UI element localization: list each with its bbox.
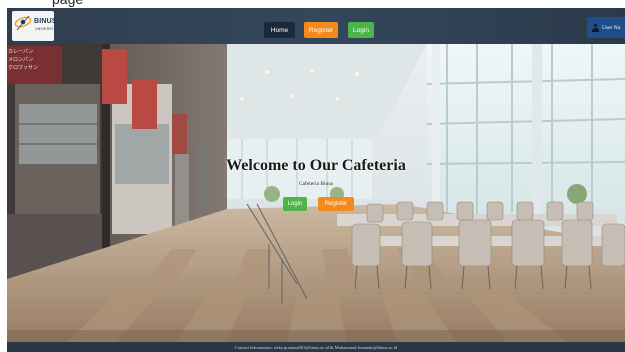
nav-home-button[interactable]: Home [264, 22, 295, 38]
caption-text: page [52, 0, 83, 7]
user-icon [592, 23, 599, 32]
menu-sign-line: クロワッサン [8, 65, 39, 71]
menu-sign-line: メロンパン [8, 57, 34, 63]
user-name-label: User Na [602, 24, 621, 31]
nav-register-button[interactable]: Register [304, 22, 338, 38]
footer-contact-text: Contact Information: rizky.pratama001@bi… [234, 344, 398, 350]
nav-login-button[interactable]: Login [348, 22, 374, 38]
hero-login-button[interactable]: Login [283, 197, 307, 211]
menu-sign: カレーパン メロンパン クロワッサン [8, 48, 60, 72]
hero-register-button[interactable]: Register [318, 197, 354, 211]
browser-viewport: BINUS UNIVERSITY Home Register Login Use… [7, 8, 625, 352]
logo-subtitle: UNIVERSITY [35, 27, 59, 31]
cafeteria-background-image [7, 44, 625, 342]
logo-wordmark: BINUS [34, 18, 57, 25]
hero-title: Welcome to Our Cafeteria [226, 157, 406, 174]
hero-banner: カレーパン メロンパン クロワッサン Welcome to Our Cafete… [7, 44, 625, 342]
user-menu-button[interactable]: User Na [587, 17, 625, 38]
caption-bar: page [0, 0, 625, 8]
top-navbar: BINUS UNIVERSITY Home Register Login Use… [7, 8, 625, 44]
hero-subtitle: Cafeteria Binus [298, 181, 334, 187]
logo-mark-icon [12, 11, 54, 41]
footer: Contact Information: rizky.pratama001@bi… [7, 342, 625, 352]
binus-logo[interactable]: BINUS UNIVERSITY [12, 11, 58, 41]
menu-sign-line: カレーパン [8, 49, 34, 55]
